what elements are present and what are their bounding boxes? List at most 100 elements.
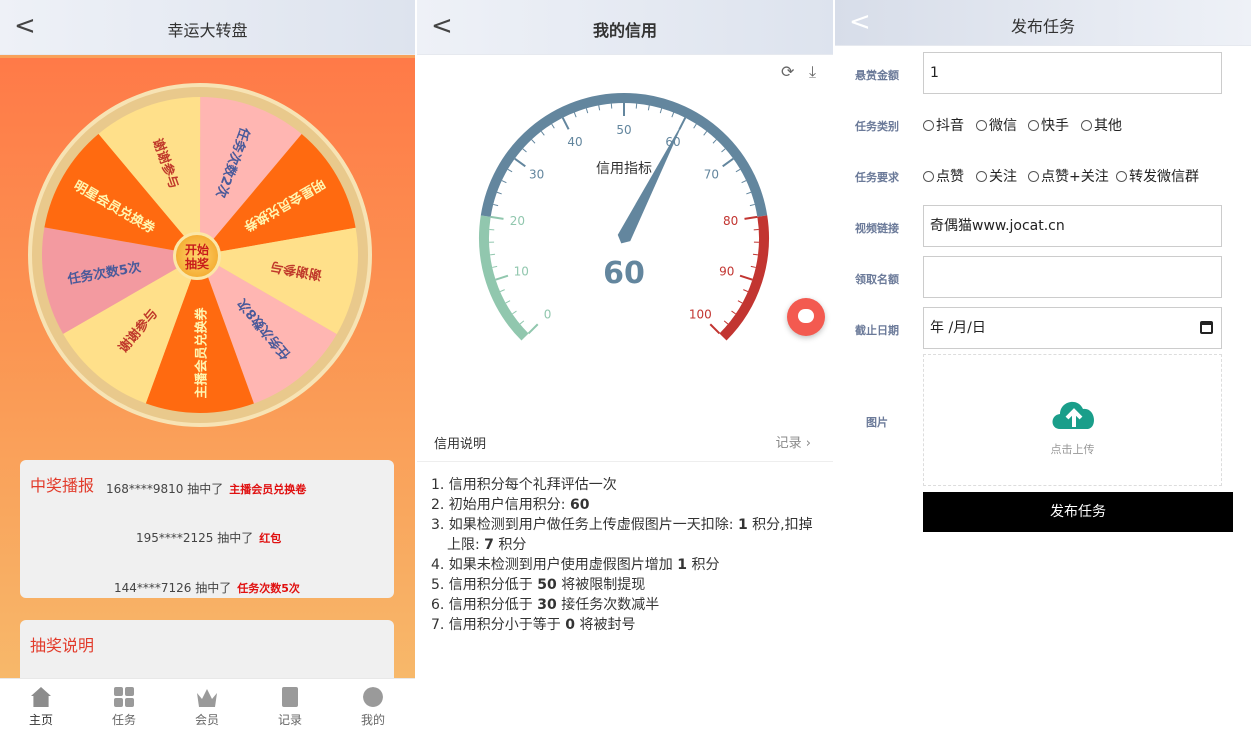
gauge-tick bbox=[721, 148, 726, 153]
credit-rule-item: 7. 信用积分小于等于 0 将被封号 bbox=[431, 617, 636, 633]
gauge-tick-label: 80 bbox=[723, 214, 738, 228]
page-title: 幸运大转盘 bbox=[167, 21, 248, 40]
bottom-tab-bar: 主页 任务 会员 记录 我的 bbox=[0, 678, 415, 738]
publish-button[interactable]: 发布任务 bbox=[923, 492, 1233, 532]
deadline-label: 截止日期 bbox=[855, 324, 899, 337]
gauge-tick bbox=[573, 112, 577, 118]
radio-follow[interactable]: 关注 bbox=[976, 166, 1017, 186]
credit-rule-item: 1. 信用积分每个礼拜评估一次 bbox=[431, 477, 617, 493]
gauge-tick bbox=[490, 215, 504, 220]
gauge-value: 60 bbox=[603, 256, 645, 291]
quota-label: 领取名额 bbox=[855, 273, 899, 286]
tab-member[interactable]: 会员 bbox=[177, 687, 237, 728]
gauge-tick bbox=[744, 215, 758, 220]
cloud-upload-icon bbox=[1052, 401, 1095, 429]
lottery-panel: < 幸运大转盘 任务次数2次 明星会员兑换券 谢谢参与 任务次数8次 主播会员兑换券 谢谢… bbox=[0, 0, 415, 738]
credit-header: < 我的信用 bbox=[417, 0, 833, 55]
gauge-tick bbox=[749, 203, 755, 207]
gauge-tick bbox=[750, 265, 756, 268]
gauge-tick-label: 90 bbox=[719, 264, 734, 278]
quota-input[interactable] bbox=[923, 256, 1222, 298]
chevron-right-icon: › bbox=[805, 436, 811, 451]
radio-other[interactable]: 其他 bbox=[1081, 115, 1122, 135]
gauge-tick bbox=[741, 180, 747, 184]
home-icon bbox=[31, 687, 51, 707]
gauge-tick bbox=[737, 300, 743, 304]
video-link-input[interactable]: 奇偶猫www.jocat.cn bbox=[923, 205, 1222, 247]
rules-title: 抽奖说明 bbox=[30, 636, 95, 655]
lottery-header: < 幸运大转盘 bbox=[0, 0, 415, 55]
credit-panel: < 我的信用 ⟳ ⤓ 0102030405060708090100信用指标60 … bbox=[417, 0, 833, 738]
tab-records[interactable]: 记录 bbox=[260, 687, 320, 728]
gauge-tick bbox=[739, 274, 753, 281]
user-icon bbox=[363, 687, 383, 707]
gauge-tick bbox=[746, 191, 752, 195]
gauge-tick bbox=[671, 112, 675, 118]
gauge-tick bbox=[752, 253, 758, 256]
credit-section-header: 信用说明 记录 › bbox=[417, 420, 833, 462]
gauge-tick bbox=[514, 157, 526, 168]
gauge-tick bbox=[490, 253, 496, 256]
radio-wechat[interactable]: 微信 bbox=[976, 115, 1017, 135]
image-upload[interactable]: 点击上传 bbox=[923, 354, 1222, 486]
page-title: 发布任务 bbox=[1010, 17, 1075, 36]
gauge-tick-label: 70 bbox=[704, 168, 719, 182]
gauge-tick-label: 0 bbox=[544, 307, 552, 321]
gauge-tick bbox=[499, 289, 505, 293]
gauge-tick bbox=[723, 320, 729, 325]
start-button[interactable]: 开始 抽奖 bbox=[173, 232, 221, 280]
gauge-tick-label: 40 bbox=[567, 135, 582, 149]
gauge-tick bbox=[495, 274, 509, 281]
gauge-title: 信用指标 bbox=[596, 161, 652, 177]
gauge-tick bbox=[709, 323, 721, 335]
credit-rule-item: 3. 如果检测到用户做任务上传虚假图片一天扣除: 1 积分,扣掉上限: 7 积分 bbox=[431, 517, 813, 553]
gauge-tick bbox=[659, 108, 663, 114]
gauge-tick bbox=[522, 148, 527, 153]
gauge-tick bbox=[493, 203, 499, 207]
requirement-label: 任务要求 bbox=[855, 171, 899, 184]
gauge-tick bbox=[501, 180, 507, 184]
gauge-tick bbox=[722, 157, 734, 168]
tab-home[interactable]: 主页 bbox=[11, 687, 71, 728]
gauge-tick bbox=[527, 323, 539, 335]
gauge-tick bbox=[598, 105, 601, 111]
gauge-tick bbox=[703, 131, 708, 136]
gauge-tick bbox=[743, 289, 749, 293]
gauge-tick bbox=[647, 105, 650, 111]
winners-title: 中奖播报 bbox=[30, 476, 95, 495]
gauge-tick bbox=[551, 123, 555, 129]
chat-button[interactable] bbox=[787, 298, 825, 336]
gauge-tick bbox=[731, 310, 736, 315]
tab-mine[interactable]: 我的 bbox=[343, 687, 403, 728]
winner-row: 144****7126 抽中了 任务次数5次 bbox=[114, 581, 300, 595]
gauge-tick bbox=[496, 191, 502, 195]
reward-input[interactable]: 1 bbox=[923, 52, 1222, 94]
gauge-tick bbox=[561, 117, 570, 130]
gauge-tick-label: 100 bbox=[689, 307, 712, 321]
gauge-tick-label: 20 bbox=[510, 214, 525, 228]
gauge-tick bbox=[507, 168, 513, 173]
gauge-tick bbox=[540, 131, 545, 136]
gauge-tick bbox=[693, 123, 697, 129]
page-title: 我的信用 bbox=[592, 21, 657, 40]
tab-tasks[interactable]: 任务 bbox=[94, 687, 154, 728]
grid-icon bbox=[114, 687, 134, 707]
publish-header: < 发布任务 bbox=[835, 0, 1251, 46]
clipboard-icon bbox=[282, 687, 298, 707]
radio-kuaishou[interactable]: 快手 bbox=[1028, 115, 1069, 135]
prize-wheel[interactable]: 任务次数2次 明星会员兑换券 谢谢参与 任务次数8次 主播会员兑换券 谢谢参与 任务次数5次… bbox=[20, 75, 380, 435]
video-label: 视频链接 bbox=[855, 222, 899, 235]
wheel-prize-label: 主播会员兑换券 bbox=[194, 307, 210, 399]
gauge-tick-label: 10 bbox=[514, 264, 529, 278]
radio-douyin[interactable]: 抖音 bbox=[923, 115, 964, 135]
gauge-tick bbox=[531, 139, 536, 144]
deadline-input[interactable]: 年 /月/日 bbox=[923, 307, 1222, 349]
crown-icon bbox=[197, 689, 217, 707]
radio-share-group[interactable]: 转发微信群 bbox=[1116, 166, 1199, 186]
radio-like-follow[interactable]: 点赞+关注 bbox=[1028, 166, 1109, 186]
calendar-icon[interactable] bbox=[1200, 321, 1213, 334]
records-link[interactable]: 记录 › bbox=[776, 432, 811, 451]
gauge-tick bbox=[735, 168, 741, 173]
category-label: 任务类别 bbox=[855, 120, 899, 133]
radio-like[interactable]: 点赞 bbox=[923, 166, 964, 186]
